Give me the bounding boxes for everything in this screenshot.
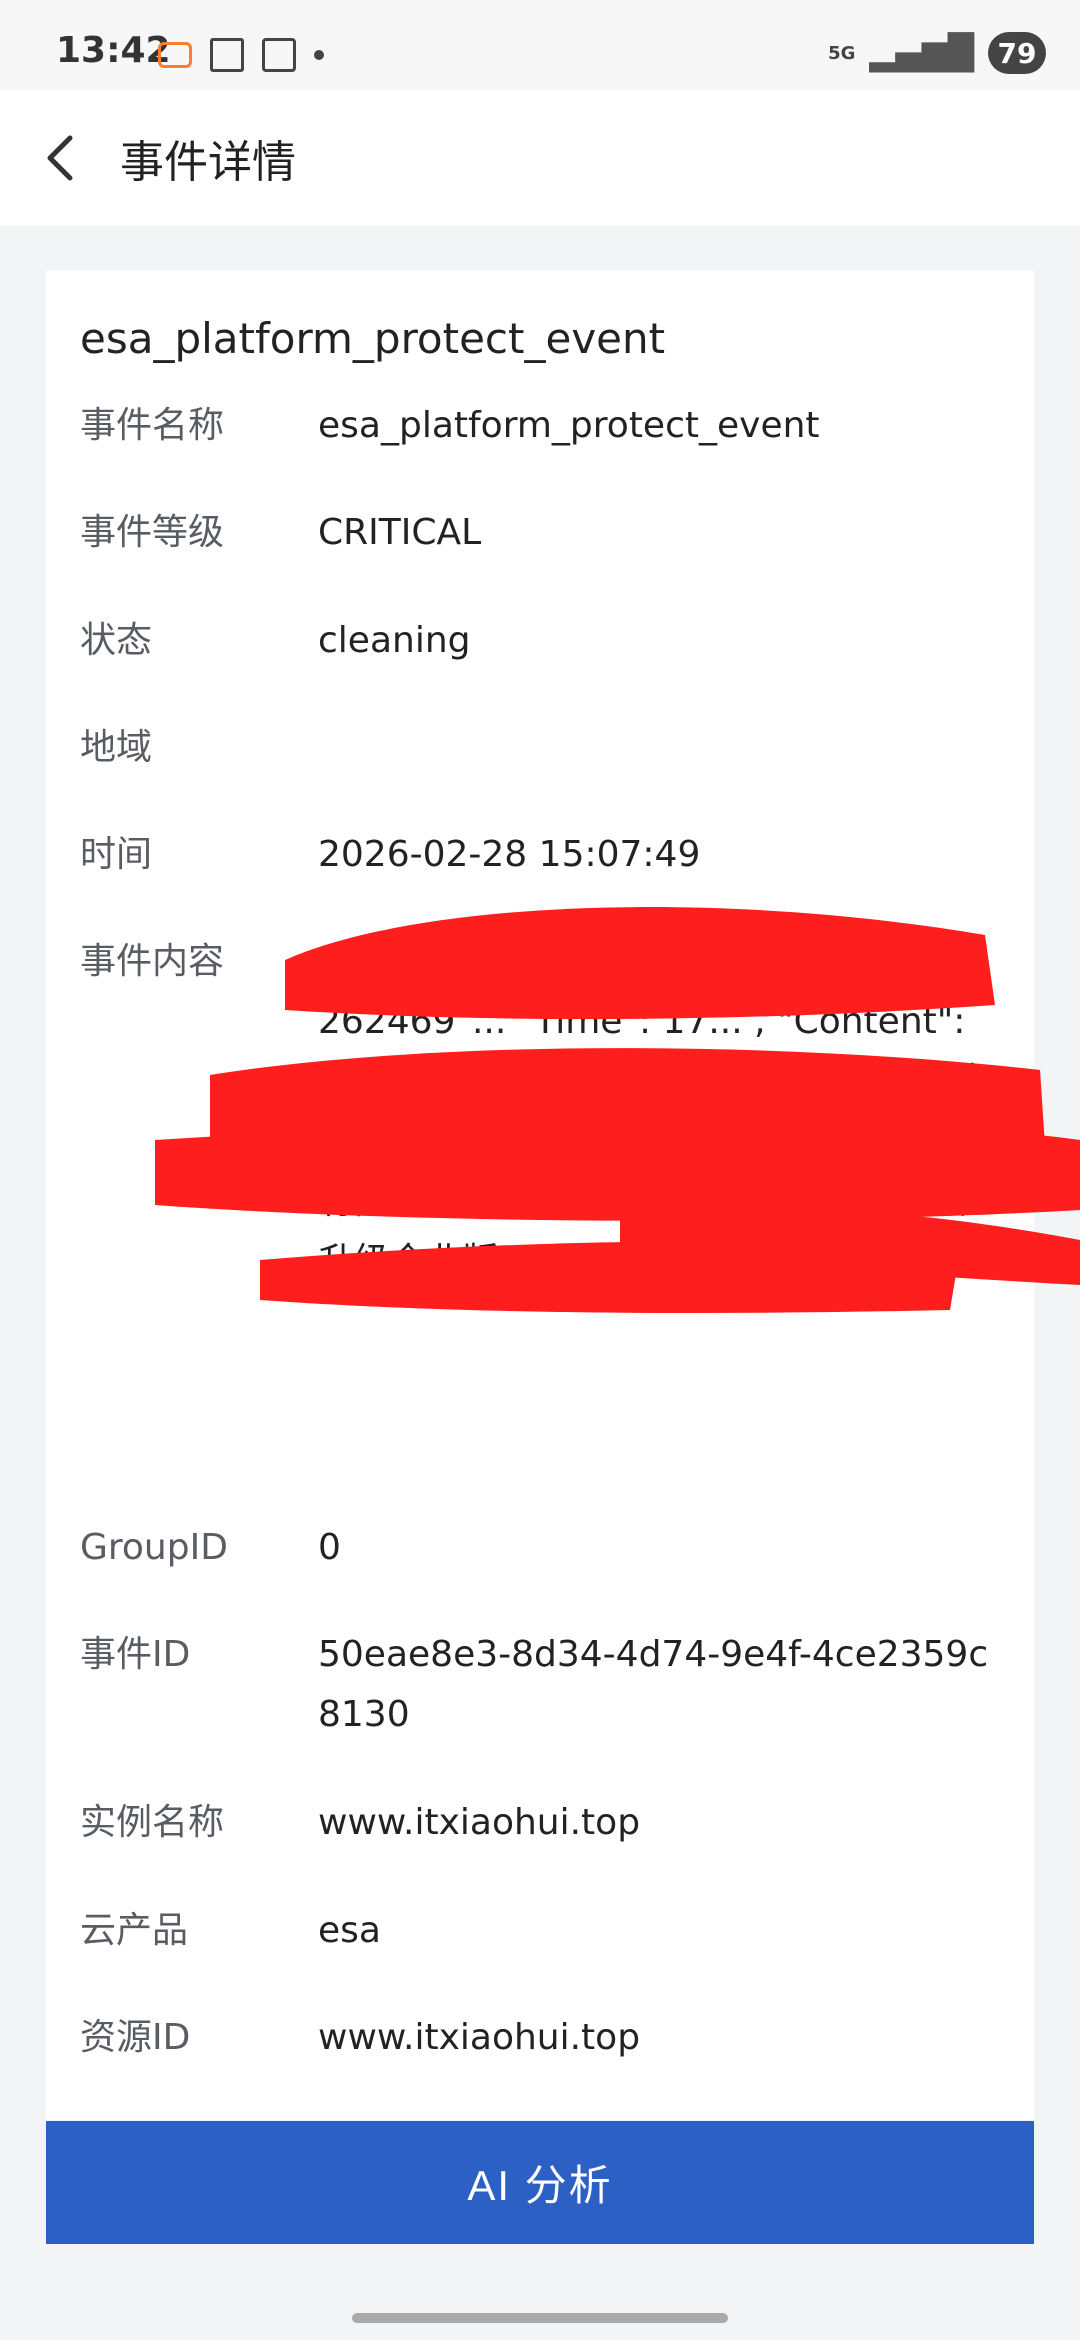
status-bar: 13:42 5G ▂▄▆█ 79 (0, 0, 1080, 90)
battery-icon: 79 (988, 32, 1046, 74)
network-type: 5G (828, 42, 856, 64)
signal-icon: ▂▄▆█ (869, 33, 974, 73)
event-card-title: esa_platform_protect_event (80, 314, 666, 363)
dot-icon (314, 50, 324, 60)
detail-value (318, 718, 998, 778)
detail-label: 实例名称 (80, 1802, 225, 1843)
detail-label: 时间 (80, 834, 153, 875)
detail-row-event-level: 事件等级 CRITICAL (80, 503, 1020, 563)
detail-row-time: 时间 2026-02-28 15:07:49 (80, 825, 1020, 885)
status-time: 13:42 (56, 30, 171, 71)
detail-label: 资源ID (80, 2017, 191, 2058)
home-indicator (352, 2313, 728, 2323)
detail-value: www.itxiaohui.top (318, 1802, 641, 1843)
detail-value: 0 (318, 1527, 341, 1568)
detail-value: esa_platform_protect_event (318, 405, 820, 446)
detail-row-region: 地域 (80, 718, 1020, 778)
detail-label: 事件内容 (80, 941, 225, 982)
detail-label: GroupID (80, 1527, 228, 1568)
chevron-left-icon (47, 135, 73, 181)
event-detail-card: esa_platform_protect_event 事件名称 esa_plat… (46, 270, 1034, 2120)
back-button[interactable] (42, 128, 82, 188)
detail-label: 事件ID (80, 1634, 191, 1675)
detail-label: 状态 (80, 620, 153, 661)
status-right-icons: 5G ▂▄▆█ 79 (828, 32, 1046, 74)
detail-label: 事件等级 (80, 512, 225, 553)
detail-value: cleaning (318, 620, 471, 661)
detail-row-resource-id: 资源ID www.itxiaohui.top (80, 2008, 1020, 2068)
detail-value: esa (318, 1910, 381, 1951)
link-icon (158, 42, 192, 68)
detail-value: 2026-02-28 15:07:49 (318, 834, 701, 875)
detail-row-status: 状态 cleaning (80, 611, 1020, 671)
detail-row-event-content: 事件内容 {"..." "EventId": "platform...ect_1… (80, 932, 1020, 1292)
status-left-icons (158, 38, 324, 72)
gallery-icon (262, 38, 296, 72)
detail-label: 云产品 (80, 1910, 189, 1951)
detail-value: www.itxiaohui.top (318, 2017, 641, 2058)
ai-analysis-button[interactable]: AI 分析 (46, 2121, 1034, 2244)
screen-icon (210, 38, 244, 72)
detail-label: 地域 (80, 727, 153, 768)
detail-row-group-id: GroupID 0 (80, 1518, 1020, 1578)
detail-row-event-name: 事件名称 esa_platform_protect_event (80, 396, 1020, 456)
detail-row-instance-name: 实例名称 www.itxiaohui.top (80, 1793, 1020, 1853)
detail-row-cloud-product: 云产品 esa (80, 1901, 1020, 1961)
detail-value: 50eae8e3-8d34-4d74-9e4f-4ce2359c8130 (318, 1634, 989, 1735)
event-content-value: {"..." "EventId": "platform...ect_177226… (318, 941, 997, 1282)
page-title: 事件详情 (120, 137, 296, 188)
detail-label: 事件名称 (80, 405, 225, 446)
page-header: 事件详情 (0, 90, 1080, 226)
detail-value: CRITICAL (318, 512, 482, 553)
detail-row-event-id: 事件ID 50eae8e3-8d34-4d74-9e4f-4ce2359c813… (80, 1625, 1020, 1745)
